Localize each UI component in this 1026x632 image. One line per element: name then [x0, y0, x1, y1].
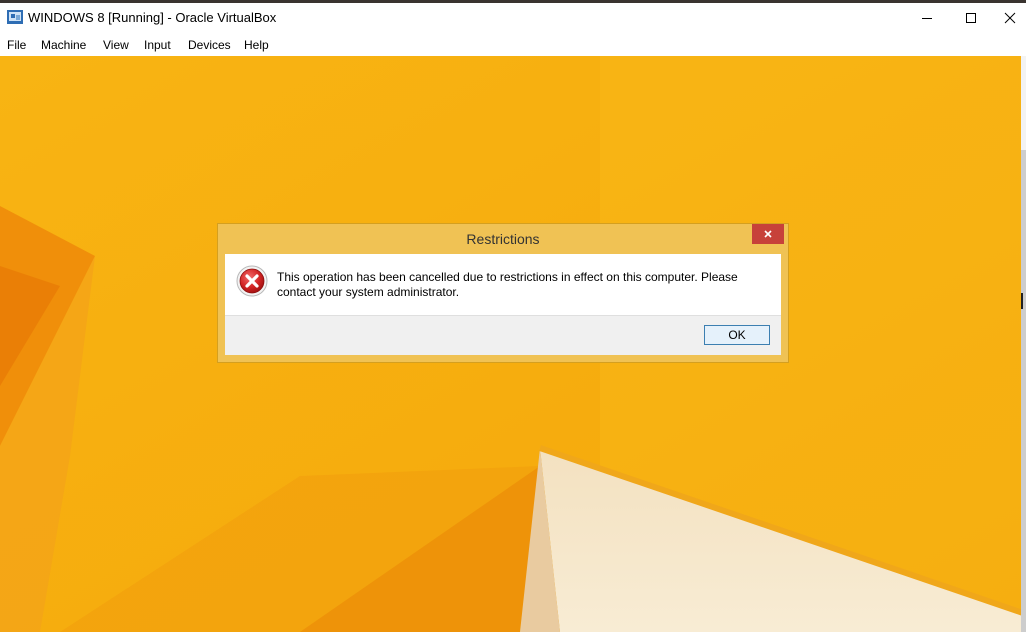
- maximize-icon: [966, 13, 976, 23]
- ok-button[interactable]: OK: [704, 325, 770, 345]
- menu-file[interactable]: File: [7, 38, 26, 52]
- menu-machine[interactable]: Machine: [41, 38, 86, 52]
- dialog-message: This operation has been cancelled due to…: [277, 270, 738, 299]
- minimize-icon: [922, 18, 932, 19]
- minimize-button[interactable]: [904, 3, 950, 33]
- dialog-title: Restrictions: [466, 231, 540, 247]
- window-titlebar[interactable]: WINDOWS 8 [Running] - Oracle VirtualBox: [0, 3, 1026, 34]
- text-cursor: [1021, 293, 1023, 309]
- close-icon: [1004, 12, 1016, 24]
- menu-view[interactable]: View: [103, 38, 129, 52]
- menu-input[interactable]: Input: [144, 38, 171, 52]
- menu-help[interactable]: Help: [244, 38, 269, 52]
- close-icon: [764, 230, 772, 238]
- maximize-button[interactable]: [948, 3, 994, 33]
- vm-scrollbar-thumb[interactable]: [1021, 150, 1026, 632]
- restrictions-dialog[interactable]: Restrictions This operation has been can…: [217, 223, 789, 363]
- menu-bar: File Machine View Input Devices Help: [0, 34, 1026, 56]
- close-button[interactable]: [994, 3, 1026, 33]
- error-icon: [236, 265, 268, 297]
- window-title: WINDOWS 8 [Running] - Oracle VirtualBox: [28, 10, 277, 25]
- dialog-footer: OK: [225, 315, 781, 355]
- menu-devices[interactable]: Devices: [188, 38, 231, 52]
- dialog-body: This operation has been cancelled due to…: [225, 254, 781, 315]
- virtualbox-icon: [7, 10, 23, 24]
- dialog-close-button[interactable]: [752, 224, 784, 244]
